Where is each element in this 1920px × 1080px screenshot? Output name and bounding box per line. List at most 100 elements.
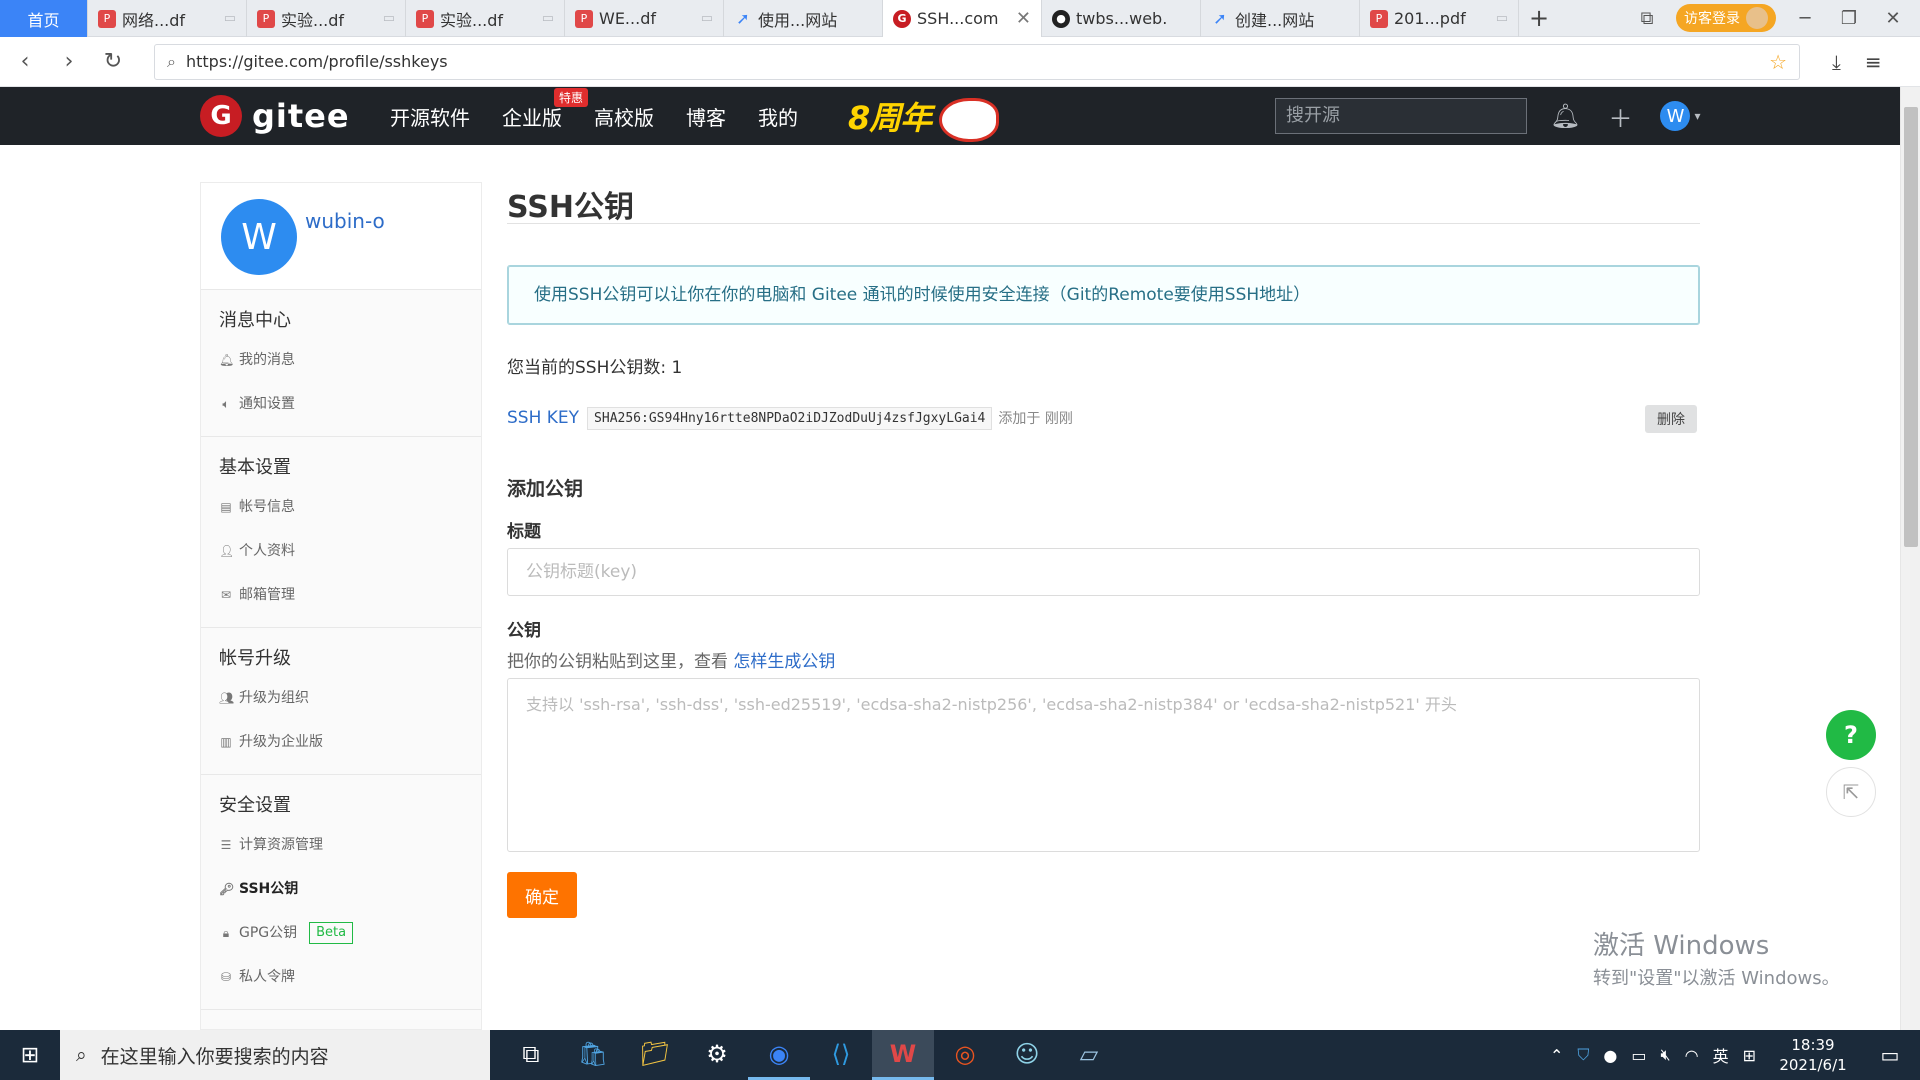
browser-tab-1[interactable]: P 网络...df ▭ bbox=[88, 0, 247, 37]
tab-list-icon[interactable]: ⧉ bbox=[1632, 8, 1662, 29]
browser-app-icon[interactable]: ◉ bbox=[748, 1030, 810, 1080]
plus-icon[interactable]: ＋ bbox=[1608, 99, 1632, 134]
vscode-icon[interactable]: ⟨⟩ bbox=[810, 1030, 872, 1080]
clock[interactable]: 18:39 2021/6/1 bbox=[1770, 1035, 1856, 1075]
public-key-textarea[interactable]: 支持以 'ssh-rsa', 'ssh-dss', 'ssh-ed25519',… bbox=[507, 678, 1700, 852]
browser-tab-7[interactable]: ● twbs...web. bbox=[1042, 0, 1201, 37]
how-to-generate-link[interactable]: 怎样生成公钥 bbox=[733, 652, 835, 672]
sidebar-item[interactable]: ▥ 升级为企业版 bbox=[201, 720, 481, 764]
browser-tab-2[interactable]: P 实验...df ▭ bbox=[247, 0, 406, 37]
sidebar-item[interactable]: 🔑︎ SSH公钥 bbox=[201, 867, 481, 911]
key-title-input[interactable]: 公钥标题(key) bbox=[507, 548, 1700, 596]
reload-icon[interactable]: ↻ bbox=[102, 49, 124, 74]
windows-start-icon[interactable]: ⊞ bbox=[0, 1030, 60, 1080]
sidebar-item[interactable]: 👤︎ 个人资料 bbox=[201, 529, 481, 573]
gitee-nav-item-4[interactable]: 我的 bbox=[758, 102, 798, 131]
lock-icon: 🔒︎ bbox=[222, 926, 230, 940]
new-tab-button[interactable]: + bbox=[1519, 0, 1559, 36]
sidebar-item[interactable]: ✉ 邮箱管理 bbox=[201, 573, 481, 617]
menu-icon[interactable]: ≡ bbox=[1865, 50, 1882, 74]
gitee-nav: 开源软件 企业版 特惠 高校版 博客 我的 bbox=[390, 87, 798, 145]
bell-icon[interactable]: 🔔︎ bbox=[1550, 102, 1580, 130]
file-explorer-icon[interactable]: 📁︎ bbox=[624, 1030, 686, 1080]
anniversary-banner[interactable]: 8周年 bbox=[848, 93, 1000, 142]
shield-icon[interactable]: ⛉ bbox=[1577, 1045, 1589, 1065]
page-scrollbar[interactable] bbox=[1900, 87, 1920, 1030]
qq-icon[interactable]: ● bbox=[1603, 1046, 1617, 1065]
sidebar-item-label: 个人资料 bbox=[239, 543, 295, 559]
download-icon[interactable]: ⤓ bbox=[1832, 50, 1841, 74]
sidebar-group: 消息中心 🔔︎ 我的消息 🔈︎ 通知设置 bbox=[201, 290, 481, 437]
close-tab-icon[interactable]: ✕ bbox=[1016, 8, 1031, 29]
browser-tab-3[interactable]: P 实验...df ▭ bbox=[406, 0, 565, 37]
settings-sidebar: W wubin-o 消息中心 🔔︎ 我的消息 🔈︎ 通知设置 基本设置 ▤ 帐号信息 👤︎ 个人资… bbox=[200, 182, 482, 1030]
sidebar-group: 安全设置 ☰ 计算资源管理 🔑︎ SSH公钥 🔒︎ GPG公钥 Beta ⛁ 私人令牌 bbox=[201, 775, 481, 1010]
restore-icon[interactable]: ❐ bbox=[1834, 8, 1864, 29]
browser-tab-label: 使用...网站 bbox=[758, 10, 838, 30]
gitee-nav-item-2[interactable]: 高校版 bbox=[594, 102, 654, 131]
sidebar-item-label: 邮箱管理 bbox=[239, 587, 295, 603]
gitee-nav-label: 开源软件 bbox=[390, 105, 470, 130]
profile-avatar[interactable]: W bbox=[221, 199, 297, 275]
taskbar-search-box[interactable]: ⌕ 在这里输入你要搜索的内容 bbox=[60, 1030, 490, 1080]
screen-icon: ▭ bbox=[382, 11, 395, 26]
visitor-login-button[interactable]: 访客登录 bbox=[1676, 4, 1776, 32]
screen-icon: ▭ bbox=[700, 11, 713, 26]
activation-line-1: 激活 Windows bbox=[1593, 931, 1770, 961]
pdf-icon: P bbox=[416, 9, 434, 28]
anime-app-icon[interactable]: ☺ bbox=[996, 1030, 1058, 1080]
url-input[interactable]: ⌕ https://gitee.com/profile/sshkeys ☆ bbox=[154, 43, 1800, 80]
gitee-search-input[interactable]: 搜开源 bbox=[1275, 98, 1527, 134]
store-icon[interactable]: 🛍︎ bbox=[562, 1030, 624, 1080]
ime-lang[interactable]: 英 bbox=[1713, 1043, 1729, 1067]
volume-mute-icon[interactable]: 🔇︎ bbox=[1661, 1045, 1671, 1065]
notification-icon[interactable]: ▭ bbox=[1870, 1043, 1910, 1067]
notes-app-icon[interactable]: ▱ bbox=[1058, 1030, 1120, 1080]
search-icon: ⌕ bbox=[167, 51, 176, 71]
help-button[interactable]: ? bbox=[1826, 710, 1876, 760]
sidebar-groups: 消息中心 🔔︎ 我的消息 🔈︎ 通知设置 基本设置 ▤ 帐号信息 👤︎ 个人资料 ✉ 邮箱管理 帐号升级… bbox=[201, 290, 481, 1010]
user-menu[interactable]: W ▾ bbox=[1660, 101, 1701, 131]
browser-tab-label: SSH...com bbox=[917, 9, 999, 28]
ime-grid-icon[interactable]: ⊞ bbox=[1743, 1046, 1756, 1065]
submit-button[interactable]: 确定 bbox=[507, 872, 577, 918]
sidebar-item[interactable]: ▤ 帐号信息 bbox=[201, 485, 481, 529]
sidebar-item[interactable]: 🔈︎ 通知设置 bbox=[201, 382, 481, 426]
sidebar-item[interactable]: 👥︎ 升级为组织 bbox=[201, 676, 481, 720]
browser-tab-9[interactable]: P 201...pdf ▭ bbox=[1360, 0, 1519, 37]
browser-tab-4[interactable]: P WE...df ▭ bbox=[565, 0, 724, 37]
sidebar-item[interactable]: ☰ 计算资源管理 bbox=[201, 823, 481, 867]
gitee-nav-item-3[interactable]: 博客 bbox=[686, 102, 726, 131]
minimize-icon[interactable]: ─ bbox=[1790, 8, 1820, 29]
browser-tab-0[interactable]: 首页 bbox=[0, 0, 88, 37]
activation-line-2: 转到"设置"以激活 Windows。 bbox=[1593, 968, 1840, 989]
forward-icon[interactable]: › bbox=[58, 49, 80, 74]
back-icon[interactable]: ‹ bbox=[14, 49, 36, 74]
gitee-nav-item-0[interactable]: 开源软件 bbox=[390, 102, 470, 131]
ubuntu-icon[interactable]: ◎ bbox=[934, 1030, 996, 1080]
browser-tab-6[interactable]: G SSH...com ✕ bbox=[883, 0, 1042, 37]
sidebar-item[interactable]: ⛁ 私人令牌 bbox=[201, 955, 481, 999]
gitee-nav-label: 高校版 bbox=[594, 105, 654, 130]
gitee-nav-item-1[interactable]: 企业版 特惠 bbox=[502, 87, 588, 131]
close-window-icon[interactable]: ✕ bbox=[1878, 8, 1908, 29]
browser-tab-label: twbs...web. bbox=[1076, 9, 1168, 28]
wifi-icon[interactable]: ◠ bbox=[1685, 1046, 1699, 1065]
task-view-icon[interactable]: ⧉ bbox=[500, 1030, 562, 1080]
settings-gear-icon[interactable]: ⚙ bbox=[686, 1030, 748, 1080]
chevron-up-icon[interactable]: ⌃ bbox=[1550, 1046, 1563, 1065]
sidebar-item[interactable]: 🔔︎ 我的消息 bbox=[201, 338, 481, 382]
gitee-logo[interactable]: G gitee bbox=[200, 95, 350, 137]
profile-username[interactable]: wubin-o bbox=[305, 209, 385, 233]
scrollbar-thumb[interactable] bbox=[1904, 107, 1918, 547]
wps-icon[interactable]: W bbox=[872, 1030, 934, 1080]
ssh-key-label[interactable]: SSH KEY bbox=[507, 408, 579, 428]
taskbar-search-placeholder: 在这里输入你要搜索的内容 bbox=[100, 1045, 329, 1068]
delete-key-button[interactable]: 删除 bbox=[1645, 405, 1697, 433]
battery-icon[interactable]: ▭ bbox=[1631, 1046, 1646, 1065]
bookmark-star-icon[interactable]: ☆ bbox=[1769, 50, 1787, 74]
share-icon[interactable]: ⇱ bbox=[1826, 767, 1876, 817]
browser-tab-5[interactable]: ➚ 使用...网站 bbox=[724, 0, 883, 37]
browser-tab-8[interactable]: ➚ 创建...网站 bbox=[1201, 0, 1360, 37]
sidebar-item[interactable]: 🔒︎ GPG公钥 Beta bbox=[201, 911, 481, 955]
